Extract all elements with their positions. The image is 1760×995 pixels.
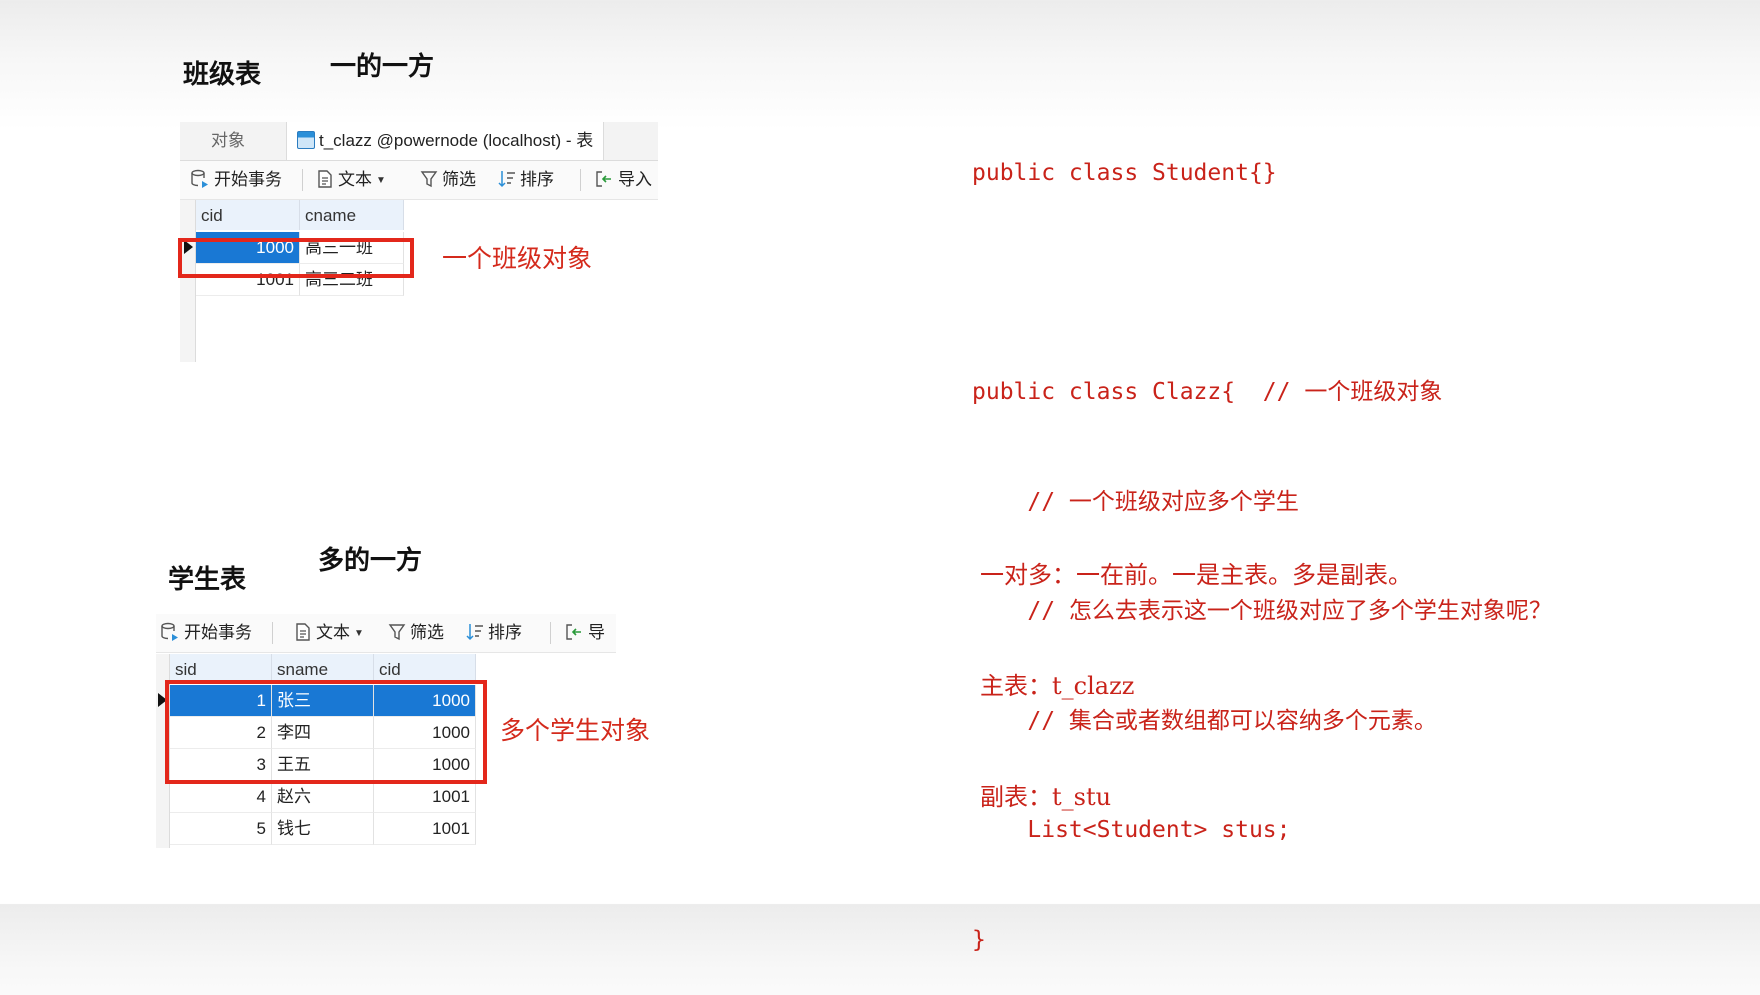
sort-icon	[466, 624, 483, 641]
code-line: public class Clazz{ // 一个班级对象	[972, 379, 1443, 405]
student-objects-annotation: 多个学生对象	[500, 716, 651, 745]
note-line: 一对多：一在前。一是主表。多是副表。	[980, 561, 1412, 589]
tab-t-clazz-label: t_clazz @powernode (localhost) - 表	[319, 131, 594, 150]
sort-label: 排序	[488, 623, 522, 642]
text-button[interactable]: 文本 ▼	[316, 161, 386, 199]
table-cell[interactable]: 1001	[374, 781, 476, 813]
import-button[interactable]: 导	[564, 614, 605, 652]
class-table-heading: 班级表	[183, 60, 262, 90]
row-gutter	[180, 200, 196, 362]
database-icon	[161, 622, 178, 641]
filter-icon	[420, 171, 438, 188]
sort-button[interactable]: 排序	[466, 614, 522, 652]
tab-bar: 对象 t_clazz @powernode (localhost) - 表	[180, 122, 658, 161]
text-label: 文本	[338, 170, 372, 189]
table-cell[interactable]: 4	[170, 781, 272, 813]
chevron-down-icon[interactable]: ▼	[354, 615, 364, 652]
filter-button[interactable]: 筛选	[420, 161, 476, 199]
class-highlight-box	[178, 238, 414, 278]
filter-label: 筛选	[410, 623, 444, 642]
begin-transaction-button[interactable]: 开始事务	[190, 161, 282, 199]
toolbar-separator	[302, 169, 303, 191]
toolbar: 开始事务 文本 ▼ 筛选 排序 导	[156, 614, 616, 653]
toolbar-separator	[550, 622, 551, 644]
code-line: }	[972, 926, 986, 953]
table-cell[interactable]: 钱七	[272, 813, 374, 845]
sort-icon	[498, 171, 515, 188]
database-icon	[191, 169, 208, 188]
table-cell[interactable]: 赵六	[272, 781, 374, 813]
tab-objects[interactable]: 对象	[188, 122, 268, 160]
tab-t-clazz[interactable]: t_clazz @powernode (localhost) - 表	[286, 122, 605, 160]
import-label: 导入	[618, 170, 652, 189]
student-table-heading: 学生表	[168, 565, 247, 595]
code-line: public class Student{}	[972, 160, 1277, 186]
filter-button[interactable]: 筛选	[388, 614, 444, 652]
toolbar-separator	[272, 622, 273, 644]
text-button[interactable]: 文本 ▼	[294, 614, 364, 652]
begin-transaction-label: 开始事务	[184, 623, 252, 642]
table-cell[interactable]: 1001	[374, 813, 476, 845]
sort-label: 排序	[520, 170, 554, 189]
many-side-subheading: 多的一方	[318, 546, 423, 576]
import-label: 导	[588, 623, 605, 642]
toolbar-separator	[580, 169, 581, 191]
import-button[interactable]: 导入	[594, 161, 652, 199]
import-icon	[596, 171, 611, 187]
column-header-cname[interactable]: cname	[300, 200, 404, 230]
table-icon	[297, 131, 315, 149]
relationship-notes: 一对多：一在前。一是主表。多是副表。 主表：t_clazz 副表：t_stu	[980, 483, 1412, 853]
text-label: 文本	[316, 623, 350, 642]
note-line: 主表：t_clazz	[980, 672, 1135, 700]
toolbar: 开始事务 文本 ▼ 筛选 排序 导入	[180, 161, 658, 200]
filter-label: 筛选	[442, 170, 476, 189]
table-cell[interactable]: 5	[170, 813, 272, 845]
filter-icon	[388, 624, 406, 641]
begin-transaction-label: 开始事务	[214, 170, 282, 189]
students-highlight-box	[165, 680, 487, 784]
import-icon	[566, 624, 581, 640]
begin-transaction-button[interactable]: 开始事务	[160, 614, 252, 652]
class-data-grid: cid cname 1000 高三一班 1001 高三二班	[180, 200, 410, 362]
chevron-down-icon[interactable]: ▼	[376, 162, 386, 199]
sort-button[interactable]: 排序	[498, 161, 554, 199]
note-line: 副表：t_stu	[980, 783, 1112, 811]
document-icon	[296, 623, 310, 641]
document-icon	[318, 170, 332, 188]
class-object-annotation: 一个班级对象	[442, 244, 593, 273]
column-header-cid[interactable]: cid	[196, 200, 300, 230]
one-side-subheading: 一的一方	[330, 52, 435, 82]
